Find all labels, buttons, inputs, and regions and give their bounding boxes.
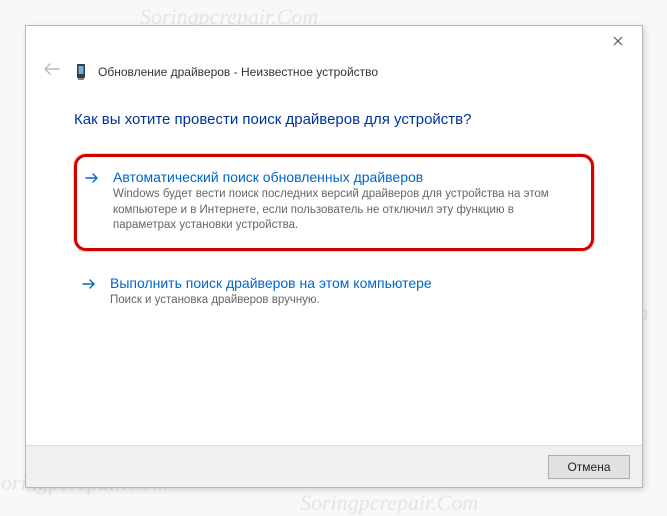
dialog-heading: Как вы хотите провести поиск драйверов д… [74, 111, 594, 128]
dialog-content: Как вы хотите провести поиск драйверов д… [26, 93, 642, 322]
arrow-right-icon [85, 171, 99, 189]
dialog-title: Обновление драйверов - Неизвестное устро… [98, 65, 378, 79]
watermark: Soringpcrepair.Com [300, 490, 478, 516]
dialog-header: Обновление драйверов - Неизвестное устро… [26, 56, 642, 93]
close-button[interactable] [598, 28, 638, 54]
option-title: Выполнить поиск драйверов на этом компью… [110, 275, 578, 291]
dialog-footer: Отмена [26, 445, 642, 487]
option-local-search[interactable]: Выполнить поиск драйверов на этом компью… [74, 263, 594, 323]
option-desc: Windows будет вести поиск последних верс… [113, 187, 575, 234]
titlebar [26, 26, 642, 56]
cancel-button[interactable]: Отмена [548, 455, 630, 479]
option-desc: Поиск и установка драйверов вручную. [110, 293, 578, 309]
option-title: Автоматический поиск обновленных драйвер… [113, 169, 575, 185]
option-auto-search[interactable]: Автоматический поиск обновленных драйвер… [74, 154, 594, 251]
driver-update-dialog: Обновление драйверов - Неизвестное устро… [25, 25, 643, 488]
back-button[interactable] [40, 60, 64, 83]
arrow-right-icon [82, 277, 96, 295]
device-icon [74, 63, 88, 81]
close-icon [613, 33, 623, 49]
